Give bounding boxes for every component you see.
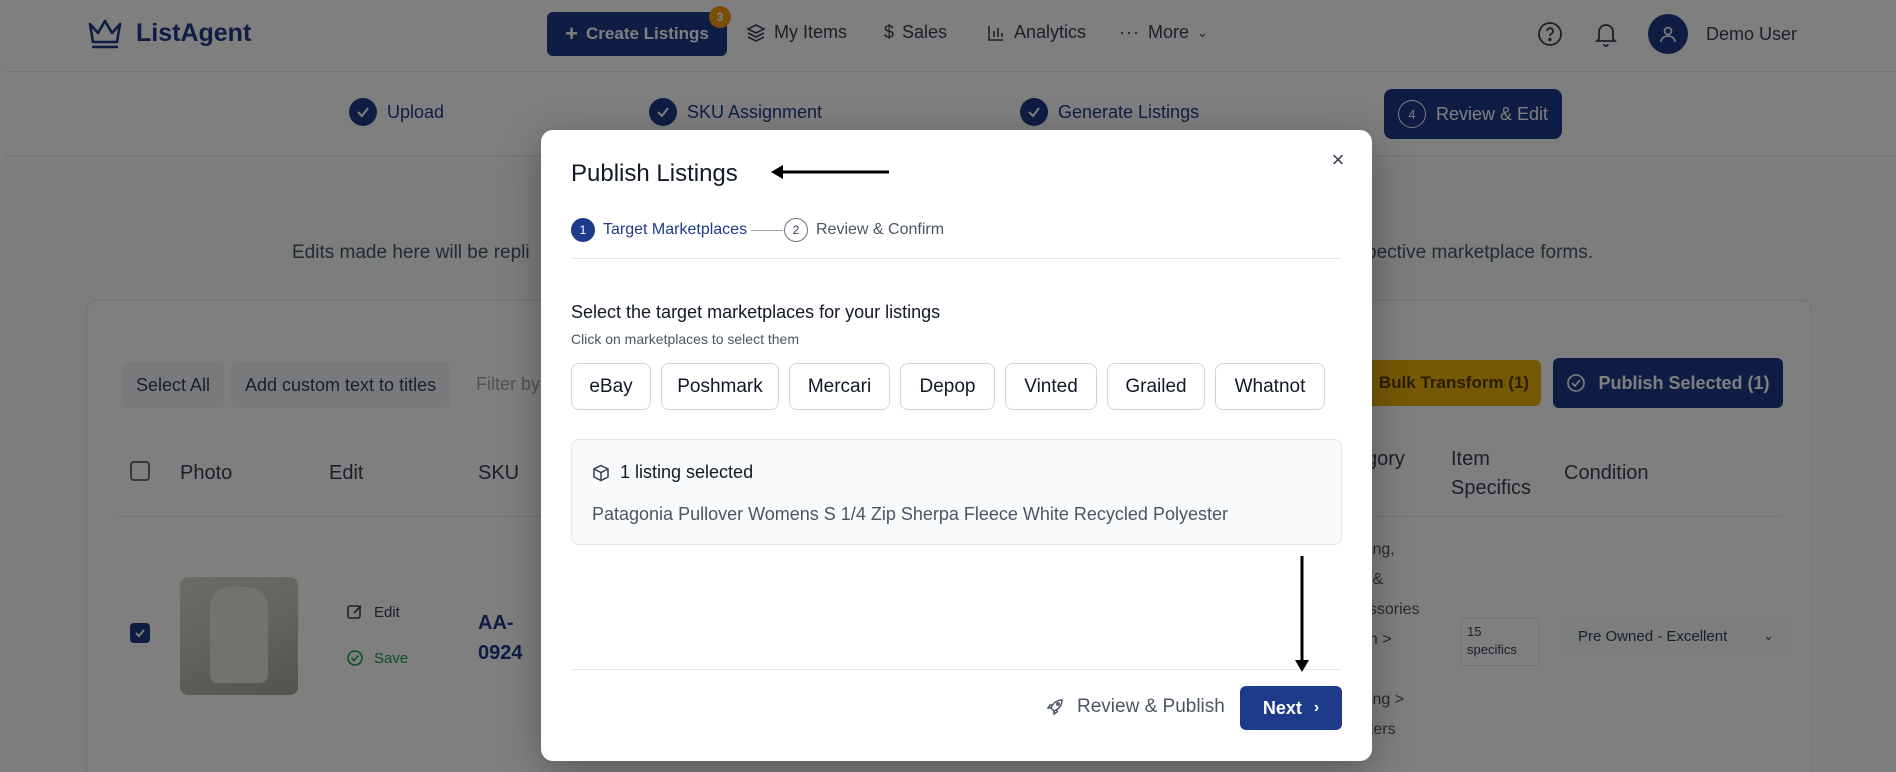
rocket-icon [1046, 699, 1063, 716]
marketplace-whatnot-button[interactable]: Whatnot [1215, 363, 1325, 410]
modal-step-label: Target Marketplaces [603, 221, 748, 238]
selection-count: 1 listing selected [620, 462, 754, 482]
annotation-arrow-left [771, 165, 889, 179]
review-publish-label: Review & Publish [1077, 696, 1225, 717]
selected-listing-title: Patagonia Pullover Womens S 1/4 Zip Sher… [592, 504, 1228, 524]
section-subtitle: Click on marketplaces to select them [571, 331, 799, 347]
modal-step-target-marketplaces[interactable]: 1 Target Marketplaces [571, 218, 747, 242]
step-number: 2 [784, 218, 808, 242]
modal-step-review-confirm[interactable]: 2 Review & Confirm [784, 218, 944, 242]
modal-step-label: Review & Confirm [816, 221, 945, 238]
marketplace-ebay-button[interactable]: eBay [571, 363, 651, 410]
close-icon[interactable]: × [1326, 147, 1350, 172]
marketplace-poshmark-button[interactable]: Poshmark [661, 363, 779, 410]
annotation-arrow-down [1295, 556, 1309, 672]
modal-title: Publish Listings [571, 160, 738, 187]
next-button[interactable]: Next › [1240, 686, 1342, 730]
marketplace-depop-button[interactable]: Depop [900, 363, 995, 410]
marketplace-grailed-button[interactable]: Grailed [1107, 363, 1205, 410]
selection-header: 1 listing selected [592, 462, 753, 483]
selection-summary: 1 listing selected Patagonia Pullover Wo… [571, 439, 1342, 545]
section-title: Select the target marketplaces for your … [571, 302, 941, 322]
modal-divider [571, 258, 1342, 259]
step-number: 1 [571, 218, 595, 242]
review-publish-button[interactable]: Review & Publish [1045, 696, 1225, 718]
next-label: Next [1262, 697, 1302, 718]
package-icon [593, 464, 609, 481]
modal-footer-divider [571, 669, 1342, 670]
publish-listings-modal: Publish Listings × 1 Target Marketplaces… [541, 130, 1372, 761]
marketplace-mercari-button[interactable]: Mercari [789, 363, 890, 410]
chevron-right-icon: › [1313, 699, 1320, 716]
step-connector [751, 230, 783, 231]
marketplace-vinted-button[interactable]: Vinted [1005, 363, 1097, 410]
